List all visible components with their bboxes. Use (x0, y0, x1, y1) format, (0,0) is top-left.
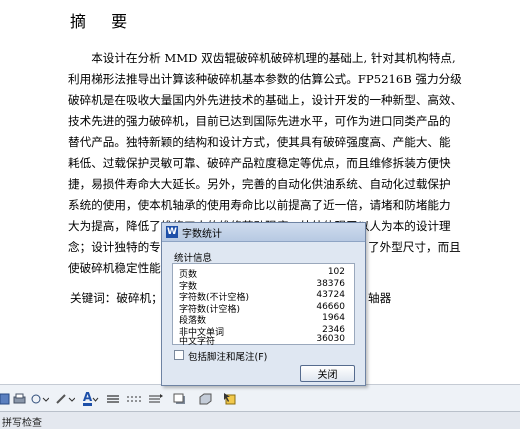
dash-style-icon[interactable] (126, 391, 142, 406)
stat-row: 中文字符 36030 (179, 334, 347, 347)
status-text: 拼写检查 (2, 418, 42, 429)
stat-value: 46660 (316, 301, 345, 312)
word-count-dialog: W 字数统计 统计信息 页数 102 字数 38376 字符数(不计空格) 43… (161, 222, 366, 386)
dialog-title: 字数统计 (182, 229, 222, 240)
stat-value: 36030 (316, 334, 345, 344)
page-title: 摘 要 (70, 12, 138, 31)
paragraph-line: 破碎机是在吸收大量国内外先进技术的基础上，设计开发的一种新型、高效、 (68, 93, 463, 107)
shapes-icon[interactable] (30, 391, 50, 406)
keywords-tail: 轴器 (368, 291, 392, 305)
statistics-panel: 页数 102 字数 38376 字符数(不计空格) 43724 字符数(计空格)… (172, 263, 355, 347)
paragraph-line: 本设计在分析 MMD 双齿辊破碎机破碎机理的基础上, 针对其机构特点, (68, 51, 456, 65)
stat-row: 字符数(不计空格) 43724 (179, 290, 347, 303)
paragraph-line: 捷，易损件寿命大大延长。另外，完善的自动化供油系统、自动化过载保护 (68, 177, 451, 191)
close-button[interactable]: 关闭 (300, 365, 355, 382)
status-bar: 拼写检查 (0, 411, 520, 429)
stat-value: 43724 (316, 290, 345, 300)
keywords-label: 关键词：破碎机； (70, 291, 163, 305)
stat-row: 字数 38376 (179, 278, 347, 292)
font-color-glyph: A (82, 390, 93, 406)
include-footnotes-label: 包括脚注和尾注(F) (188, 352, 268, 363)
paragraph-line: 利用梯形法推导出计算该种破碎机基本参数的估算公式。FP5216B 强力分级 (68, 72, 462, 86)
stat-row: 段落数 1964 (179, 313, 347, 326)
stat-value: 102 (327, 267, 345, 277)
paragraph-line: 替代产品。独特新颖的结构和设计方式，使其具有破碎强度高、产能大、能 (68, 135, 451, 149)
drawing-toolbar: A (0, 384, 520, 411)
line-style-icon[interactable] (106, 391, 120, 406)
select-objects-icon[interactable] (222, 391, 236, 406)
dialog-titlebar[interactable]: W 字数统计 (162, 223, 365, 242)
paragraph-line: 技术先进的强力破碎机，目前已达到国际先进水平，可作为进口同类产品的 (68, 114, 451, 128)
stat-row: 页数 102 (179, 267, 347, 280)
stat-value: 2346 (322, 324, 345, 335)
arrow-style-icon[interactable] (148, 391, 164, 406)
print-icon[interactable] (12, 391, 26, 406)
paragraph-line: 系统的使用，使本机轴承的使用寿命比以前提高了近一倍，请堵和防堵能力 (68, 198, 451, 212)
stat-label: 中文字符 (179, 337, 216, 347)
save-icon[interactable] (0, 391, 10, 406)
word-app-icon: W (166, 226, 178, 238)
paragraph-line: 耗低、过载保护灵敏可靠、破碎产品粒度稳定等优点，而且维修拆装方便快 (68, 156, 451, 170)
font-color-icon[interactable]: A (80, 391, 102, 406)
stat-row: 字符数(计空格) 46660 (179, 301, 347, 315)
line-color-icon[interactable] (54, 391, 76, 406)
statistics-section-label: 统计信息 (174, 253, 213, 264)
paragraph-line-tail: 了外型尺寸，而且 (368, 240, 461, 254)
include-footnotes-checkbox[interactable] (174, 350, 184, 360)
shadow-icon[interactable] (172, 391, 186, 406)
stat-value: 1964 (322, 313, 345, 323)
stat-value: 38376 (316, 278, 345, 289)
3d-icon[interactable] (198, 391, 212, 406)
